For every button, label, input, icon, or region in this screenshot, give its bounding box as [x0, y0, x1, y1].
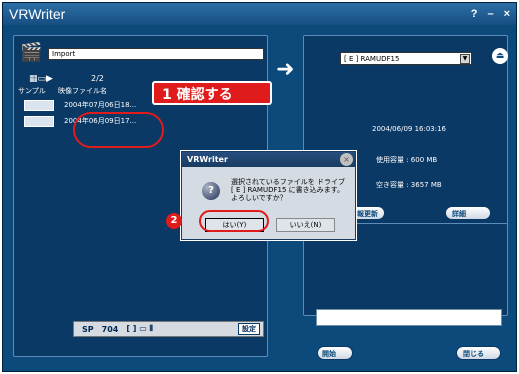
- drive-select[interactable]: [ E ] RAMUDF15 ▼: [340, 52, 472, 65]
- close-button[interactable]: 閉じる: [456, 346, 501, 360]
- callout-confirm: 1 確認する: [152, 81, 272, 105]
- step-badge-two: 2: [166, 213, 182, 229]
- file-count: 2/2: [91, 74, 104, 83]
- status-field: [316, 309, 502, 326]
- dialog-title: VRWriter: [182, 152, 355, 167]
- close-window-button[interactable]: ×: [504, 3, 510, 25]
- setting-button[interactable]: 設定: [238, 323, 260, 335]
- detail-button[interactable]: 詳細: [445, 206, 491, 220]
- window-controls: ? – ×: [471, 3, 510, 25]
- no-button[interactable]: いいえ(N): [276, 218, 335, 232]
- dialog-message: 選択されているファイルを ドライブ[ E ] RAMUDF15 に書き込みます。…: [231, 178, 346, 202]
- highlight-ellipse-yes: [199, 210, 269, 232]
- highlight-ellipse-dates: [73, 112, 164, 148]
- callout-text: 確認する: [176, 87, 233, 103]
- window-title: VRWriter: [9, 6, 66, 22]
- free-space: 空き容量 : 3657 MB: [376, 181, 442, 189]
- quality-mode[interactable]: SP: [82, 325, 94, 334]
- title-bar: VRWriter ? – ×: [3, 3, 516, 25]
- transfer-arrow-icon: ➜: [276, 57, 295, 82]
- import-icon[interactable]: 🎬: [20, 42, 50, 68]
- help-button[interactable]: ?: [471, 3, 478, 25]
- dialog-close-icon[interactable]: ×: [340, 153, 353, 166]
- encoding-bar: SP 704 [ ] ▭ ⫴ 設定: [73, 321, 264, 337]
- thumbnail: [24, 115, 54, 127]
- minimize-button[interactable]: –: [487, 3, 493, 25]
- chevron-down-icon[interactable]: ▼: [460, 54, 470, 64]
- used-space: 使用容量 : 600 MB: [376, 156, 438, 164]
- view-toggle-icons[interactable]: ▦▭▶: [29, 74, 53, 84]
- question-icon: ?: [202, 182, 220, 200]
- bitrate-value: 704: [101, 324, 119, 334]
- drive-value: [ E ] RAMUDF15: [344, 55, 400, 63]
- eject-button[interactable]: ⏏: [492, 48, 508, 64]
- media-date: 2004/06/09 16:03:16: [372, 125, 447, 133]
- column-sample[interactable]: サンプル: [18, 86, 58, 96]
- file-name: 2004年07月06日18...: [64, 101, 137, 109]
- import-row: 🎬 Import: [18, 40, 264, 70]
- start-button[interactable]: 開始: [317, 346, 353, 360]
- import-field[interactable]: Import: [48, 48, 264, 60]
- column-filename[interactable]: 映像ファイル名: [58, 86, 107, 96]
- toolbar-icons[interactable]: [ ] ▭ ⫴: [126, 324, 153, 334]
- callout-number: 1: [162, 87, 172, 103]
- thumbnail: [24, 99, 54, 111]
